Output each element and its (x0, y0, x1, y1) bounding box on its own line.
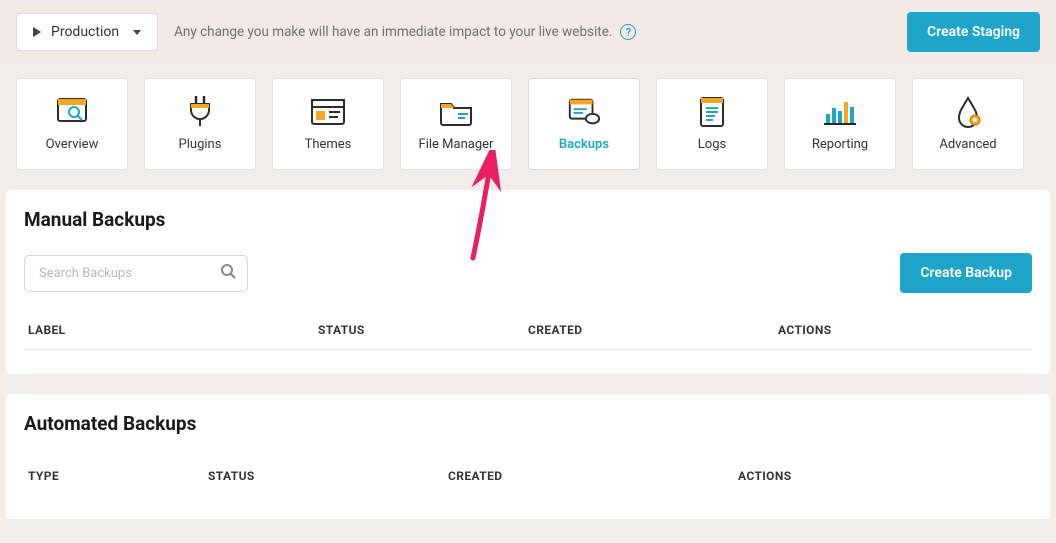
backups-icon (566, 97, 602, 127)
tab-reporting[interactable]: Reporting (784, 78, 896, 170)
top-bar: Production Any change you make will have… (0, 0, 1056, 64)
overview-icon (54, 97, 90, 127)
help-icon[interactable]: ? (620, 24, 636, 40)
search-wrapper (24, 255, 248, 292)
tab-themes[interactable]: Themes (272, 78, 384, 170)
tab-advanced[interactable]: Advanced (912, 78, 1024, 170)
tab-label: Plugins (179, 137, 222, 152)
tab-label: Reporting (812, 137, 868, 152)
reporting-icon (822, 97, 858, 127)
chevron-down-icon (133, 30, 141, 35)
tab-label: Advanced (939, 137, 996, 152)
tab-logs[interactable]: Logs (656, 78, 768, 170)
col-type: TYPE (28, 469, 208, 483)
advanced-icon (950, 97, 986, 127)
tab-file-manager[interactable]: File Manager (400, 78, 512, 170)
col-actions: ACTIONS (778, 323, 1028, 337)
tab-label: Themes (305, 137, 352, 152)
top-bar-message-row: Any change you make will have an immedia… (174, 24, 636, 40)
file-manager-icon (438, 97, 474, 127)
search-icon (220, 263, 236, 283)
col-created: CREATED (448, 469, 738, 483)
manual-backups-title: Manual Backups (24, 208, 1032, 231)
manual-backups-panel: Manual Backups Create Backup LABEL STATU… (6, 190, 1050, 374)
themes-icon (310, 97, 346, 127)
tab-label: Logs (698, 137, 726, 152)
col-actions: ACTIONS (738, 469, 1028, 483)
col-status: STATUS (208, 469, 448, 483)
create-staging-button[interactable]: Create Staging (907, 12, 1040, 52)
logs-icon (694, 97, 730, 127)
automated-backups-title: Automated Backups (24, 412, 1032, 435)
manual-backups-table-header: LABEL STATUS CREATED ACTIONS (24, 311, 1032, 350)
plugins-icon (182, 97, 218, 127)
tab-label: File Manager (419, 137, 494, 152)
tab-backups[interactable]: Backups (528, 78, 640, 170)
automated-backups-panel: Automated Backups TYPE STATUS CREATED AC… (6, 394, 1050, 519)
tabs-row: Overview Plugins Themes (0, 78, 1056, 190)
col-status: STATUS (318, 323, 528, 337)
tab-label: Overview (46, 137, 99, 152)
col-label: LABEL (28, 323, 318, 337)
tab-plugins[interactable]: Plugins (144, 78, 256, 170)
create-backup-button[interactable]: Create Backup (900, 253, 1032, 293)
search-backups-input[interactable] (24, 255, 248, 292)
environment-label: Production (51, 24, 119, 40)
top-bar-message: Any change you make will have an immedia… (174, 24, 612, 40)
play-icon (33, 27, 41, 37)
manual-backups-toolbar: Create Backup (24, 253, 1032, 293)
col-created: CREATED (528, 323, 778, 337)
environment-dropdown[interactable]: Production (16, 13, 158, 51)
automated-backups-table-header: TYPE STATUS CREATED ACTIONS (24, 457, 1032, 495)
tab-label: Backups (559, 137, 609, 152)
tab-overview[interactable]: Overview (16, 78, 128, 170)
